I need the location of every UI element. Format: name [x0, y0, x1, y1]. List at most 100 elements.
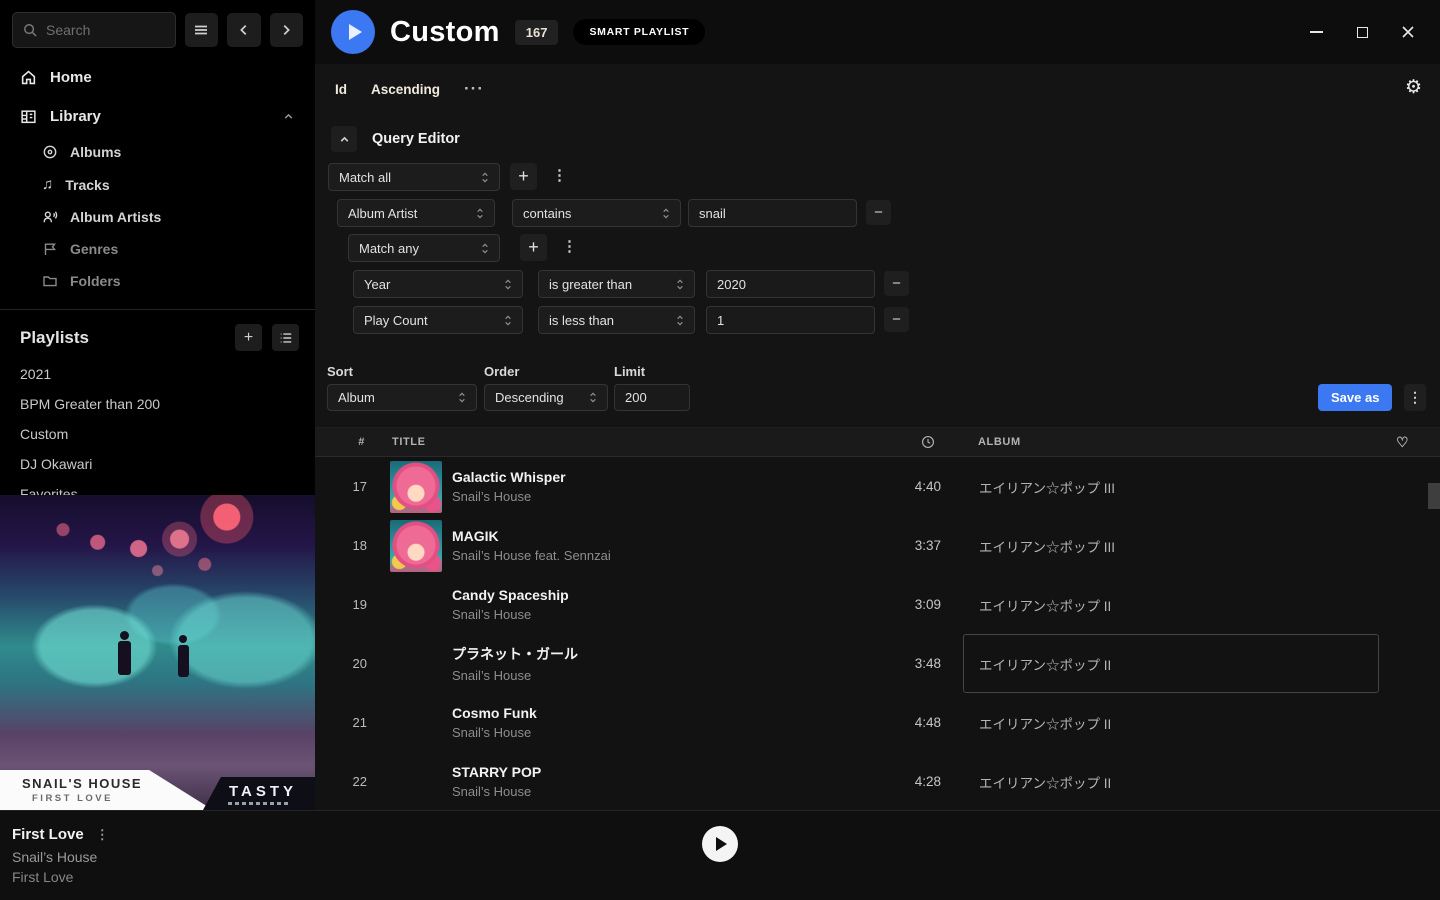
play-playlist-button[interactable] [331, 10, 375, 54]
playlist-item[interactable]: BPM Greater than 200 [0, 389, 315, 419]
add-rule-button[interactable]: + [510, 163, 537, 190]
close-button[interactable] [1400, 24, 1416, 40]
play-pause-button[interactable] [702, 826, 738, 862]
chevron-right-icon [279, 23, 293, 37]
sort-direction-button[interactable]: Ascending [371, 82, 440, 97]
rule-operator-select[interactable]: is less than [538, 306, 695, 334]
figure-silhouette [179, 635, 187, 643]
track-album[interactable]: エイリアン☆ポップ III [963, 516, 1379, 575]
sidebar-item-genres[interactable]: Genres [0, 233, 315, 265]
album-art-thumbnail [390, 756, 442, 808]
sidebar-item-tracks[interactable]: ♫ Tracks [0, 168, 315, 201]
remove-rule-button[interactable]: − [884, 271, 909, 296]
sidebar-item-album-artists[interactable]: Album Artists [0, 201, 315, 233]
search-box[interactable] [12, 12, 176, 48]
rule-field-select[interactable]: Album Artist [337, 199, 495, 227]
sidebar-item-library[interactable]: Library [0, 97, 315, 136]
save-options-button[interactable]: ⋮ [1404, 384, 1426, 411]
remove-rule-button[interactable]: − [884, 307, 909, 332]
sidebar-item-home[interactable]: Home [0, 58, 315, 97]
select-chevrons-icon [504, 278, 512, 291]
sort-field-button[interactable]: Id [335, 82, 347, 97]
menu-button[interactable] [185, 13, 218, 47]
nav-forward-button[interactable] [270, 13, 303, 47]
sidebar-item-label: Home [50, 69, 92, 86]
playlist-item[interactable]: 2021 [0, 359, 315, 389]
table-row[interactable]: 17 Galactic Whisper Snail’s House 4:40 エ… [315, 457, 1428, 516]
now-playing-album[interactable]: First Love [12, 869, 73, 885]
rule-operator-value: is greater than [549, 277, 632, 292]
select-chevrons-icon [662, 207, 670, 220]
music-note-icon: ♫ [42, 176, 53, 193]
chevron-up-icon[interactable] [282, 110, 295, 123]
order-select[interactable]: Descending [484, 384, 608, 411]
match-type-select[interactable]: Match all [328, 163, 500, 191]
table-row[interactable]: 18 MAGIK Snail’s House feat. Sennzai 3:3… [315, 516, 1428, 575]
track-artist[interactable]: Snail’s House [452, 607, 569, 622]
collapse-query-editor-button[interactable] [331, 126, 357, 152]
rule-operator-select[interactable]: is greater than [538, 270, 695, 298]
track-album[interactable]: エイリアン☆ポップ II [963, 752, 1379, 810]
table-row[interactable]: 20 プラネット・ガール Snail’s House 3:48 エイリアン☆ポッ… [315, 634, 1428, 693]
table-rows: 17 Galactic Whisper Snail’s House 4:40 エ… [315, 457, 1440, 810]
rule-field-value: Album Artist [348, 206, 417, 221]
rule-value-input[interactable] [706, 306, 875, 334]
track-album-focused-cell[interactable]: エイリアン☆ポップ II [963, 634, 1379, 693]
group-options-button[interactable]: ⋮ [552, 168, 567, 183]
now-playing-artist[interactable]: Snail’s House [12, 849, 97, 865]
add-rule-button[interactable]: + [520, 234, 547, 261]
save-as-button[interactable]: Save as [1318, 384, 1392, 411]
sidebar-item-label: Tracks [65, 177, 109, 193]
now-playing-track[interactable]: First Love [12, 826, 84, 843]
sort-select[interactable]: Album [327, 384, 477, 411]
settings-gear-button[interactable]: ⚙ [1405, 76, 1422, 99]
sidebar-item-albums[interactable]: Albums [0, 136, 315, 168]
maximize-button[interactable] [1354, 24, 1370, 40]
table-header: # TITLE ALBUM ♡ [315, 427, 1440, 457]
column-header-title[interactable]: TITLE [392, 428, 426, 456]
search-input[interactable] [46, 22, 156, 38]
playlist-list-button[interactable] [272, 324, 299, 351]
limit-input[interactable] [614, 384, 690, 411]
sidebar-item-label: Album Artists [70, 209, 161, 225]
rule-field-select[interactable]: Year [353, 270, 523, 298]
track-album[interactable]: エイリアン☆ポップ II [963, 693, 1379, 752]
sidebar-item-folders[interactable]: Folders [0, 265, 315, 297]
minimize-button[interactable] [1308, 24, 1324, 40]
track-artist[interactable]: Snail’s House feat. Sennzai [452, 548, 611, 563]
rule-value-input[interactable] [706, 270, 875, 298]
favorite-heart-icon[interactable]: ♡ [1396, 428, 1409, 456]
track-album[interactable]: エイリアン☆ポップ III [963, 457, 1379, 516]
match-type-select[interactable]: Match any [348, 234, 500, 262]
table-row[interactable]: 22 STARRY POP Snail’s House 4:28 エイリアン☆ポ… [315, 752, 1428, 810]
select-chevrons-icon [676, 278, 684, 291]
add-playlist-button[interactable]: + [235, 324, 262, 351]
track-album[interactable]: エイリアン☆ポップ II [963, 575, 1379, 634]
track-duration: 4:48 [855, 693, 941, 752]
table-row[interactable]: 21 Cosmo Funk Snail’s House 4:48 エイリアン☆ポ… [315, 693, 1428, 752]
select-chevrons-icon [476, 207, 484, 220]
track-artist[interactable]: Snail’s House [452, 489, 566, 504]
remove-rule-button[interactable]: − [866, 200, 891, 225]
track-artist[interactable]: Snail’s House [452, 668, 578, 683]
nav-back-button[interactable] [227, 13, 260, 47]
match-type-value: Match all [339, 170, 391, 185]
group-options-button[interactable]: ⋮ [562, 239, 577, 254]
now-playing-album-art[interactable]: SNAIL'S HOUSE FIRST LOVE TASTY [0, 495, 315, 810]
rule-field-select[interactable]: Play Count [353, 306, 523, 334]
track-duration: 3:37 [855, 516, 941, 575]
track-artist[interactable]: Snail’s House [452, 725, 537, 740]
table-row[interactable]: 19 Candy Spaceship Snail’s House 3:09 エイ… [315, 575, 1428, 634]
scrollbar-thumb[interactable] [1428, 483, 1440, 509]
playlist-item[interactable]: DJ Okawari [0, 449, 315, 479]
more-options-button[interactable]: ··· [464, 79, 484, 99]
playlist-item[interactable]: Custom [0, 419, 315, 449]
duration-clock-icon[interactable] [921, 428, 935, 456]
rule-value-input[interactable] [688, 199, 857, 227]
column-header-index[interactable]: # [335, 428, 365, 456]
column-header-album[interactable]: ALBUM [978, 428, 1021, 456]
player-bar: First Love ⋮ Snail’s House First Love 0:… [0, 810, 1440, 900]
track-options-button[interactable]: ⋮ [96, 827, 109, 843]
rule-operator-select[interactable]: contains [512, 199, 681, 227]
track-artist[interactable]: Snail’s House [452, 784, 541, 799]
